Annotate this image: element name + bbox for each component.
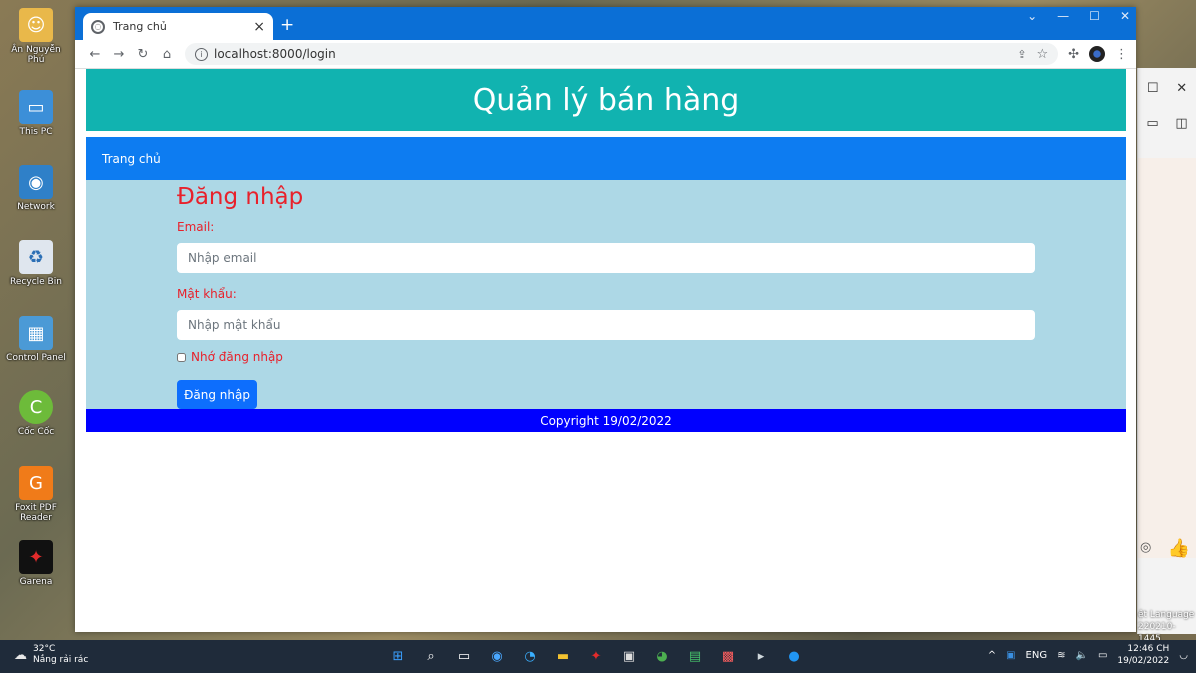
taskbar: ☁ 32°C Nắng rải rác ⊞ ⌕ ▭ ◉ ◔ ▬ ✦ ▣ ◕ ▤ … [0, 640, 1196, 673]
background-window-content [1138, 158, 1196, 558]
globe-icon: ◌ [91, 19, 105, 34]
remember-me[interactable]: Nhớ đăng nhập [177, 350, 283, 364]
password-label: Mật khẩu: [177, 287, 237, 301]
weather-widget[interactable]: ☁ 32°C Nắng rải rác [14, 644, 88, 666]
toolbar-right: ✣ ⋮ [1068, 46, 1128, 62]
chevron-up-icon[interactable]: ^ [988, 650, 996, 661]
info-icon[interactable]: i [195, 47, 208, 61]
browser-toolbar: ← → ↻ ⌂ i localhost:8000/login ⇪ ☆ ✣ ⋮ [75, 40, 1136, 69]
background-window-toolbar: ▭ ◫ [1138, 108, 1196, 138]
chrome-icon[interactable]: ◕ [650, 644, 674, 668]
close-tab-icon[interactable]: × [253, 19, 265, 35]
minimize-icon[interactable]: — [1057, 9, 1069, 23]
remember-me-checkbox[interactable] [177, 352, 186, 362]
site-header: Quản lý bán hàng [86, 69, 1126, 131]
chevron-down-icon[interactable]: ⌄ [1027, 9, 1037, 23]
home-icon[interactable]: ⌂ [155, 47, 179, 62]
user-folder-icon: ☺ [19, 8, 53, 42]
nav-link-home[interactable]: Trang chủ [102, 152, 161, 166]
coc-coc-icon: C [19, 390, 53, 424]
desktop-icon-this-pc[interactable]: ▭ This PC [6, 90, 66, 137]
taskbar-apps: ⊞ ⌕ ▭ ◉ ◔ ▬ ✦ ▣ ◕ ▤ ▩ ▸ ● [386, 644, 806, 668]
desktop-icon-garena[interactable]: ✦ Garena [6, 540, 66, 587]
site-footer: Copyright 19/02/2022 [86, 409, 1126, 432]
cloud-sun-icon: ☁ [14, 647, 27, 663]
task-view-icon[interactable]: ▭ [452, 644, 476, 668]
notification-icon[interactable]: ◡ [1179, 650, 1188, 661]
app-green-icon[interactable]: ▤ [683, 644, 707, 668]
maximize-icon[interactable]: ☐ [1089, 9, 1100, 23]
login-section: Đăng nhập Email: Mật khẩu: Nhớ đăng nhập… [86, 180, 1126, 409]
login-button[interactable]: Đăng nhập [177, 380, 257, 409]
language-indicator[interactable]: ENG [1026, 650, 1048, 661]
remember-me-label: Nhớ đăng nhập [191, 350, 283, 364]
site-nav: Trang chủ [86, 137, 1126, 180]
forward-arrow-icon[interactable]: → [107, 47, 131, 62]
close-icon[interactable]: ✕ [1120, 9, 1130, 23]
photos-icon[interactable]: ▣ [617, 644, 641, 668]
search-icon[interactable]: ⌕ [419, 644, 443, 668]
volume-icon[interactable]: 🔈 [1075, 650, 1087, 661]
background-window-controls: ☐ ✕ [1138, 68, 1196, 108]
computer-icon: ▭ [19, 90, 53, 124]
desktop-icon-control-panel[interactable]: ▦ Control Panel [6, 316, 66, 363]
maximize-icon[interactable]: ☐ [1147, 81, 1159, 96]
close-icon[interactable]: ✕ [1176, 81, 1187, 96]
back-arrow-icon[interactable]: ← [83, 47, 107, 62]
thumbs-up-icon[interactable]: 👍 [1168, 538, 1190, 559]
password-input[interactable] [177, 310, 1035, 340]
menu-dots-icon[interactable]: ⋮ [1115, 47, 1128, 62]
edge-icon[interactable]: ◔ [518, 644, 542, 668]
desktop-icon-foxit[interactable]: G Foxit PDF Reader [6, 466, 66, 523]
battery-icon[interactable]: ▭ [1098, 650, 1107, 661]
temperature: 32°C [33, 644, 56, 654]
desktop-icons: ☺ Ân Nguyễn Phú ▭ This PC ◉ Network ♻ Re… [0, 0, 74, 640]
address-bar[interactable]: i localhost:8000/login ⇪ ☆ [185, 43, 1059, 65]
network-icon: ◉ [19, 165, 53, 199]
attachment-icon[interactable]: ◎ [1140, 540, 1151, 555]
email-input[interactable] [177, 243, 1035, 273]
wifi-icon[interactable]: ≋ [1057, 650, 1065, 661]
browser-tab[interactable]: ◌ Trang chủ × [83, 13, 273, 40]
date: 19/02/2022 [1117, 656, 1170, 666]
garena-taskbar-icon[interactable]: ✦ [584, 644, 608, 668]
terminal-icon[interactable]: ▸ [749, 644, 773, 668]
desktop-icon-network[interactable]: ◉ Network [6, 165, 66, 212]
bookmark-star-icon[interactable]: ☆ [1036, 47, 1048, 62]
window-controls: ⌄ — ☐ ✕ [1027, 9, 1130, 23]
tray-app-icon[interactable]: ▣ [1006, 650, 1015, 661]
reload-icon[interactable]: ↻ [131, 47, 155, 62]
recycle-bin-icon: ♻ [19, 240, 53, 274]
app-red-icon[interactable]: ▩ [716, 644, 740, 668]
new-tab-button[interactable]: + [280, 15, 294, 35]
share-icon[interactable]: ⇪ [1017, 48, 1026, 61]
tab-title: Trang chủ [113, 20, 167, 33]
weather-description: Nắng rải rác [33, 655, 89, 665]
login-title: Đăng nhập [177, 184, 304, 210]
system-tray: ^ ▣ ENG ≋ 🔈 ▭ 12:46 CH 19/02/2022 ◡ [988, 643, 1188, 667]
tab-bar: ◌ Trang chủ × + ⌄ — ☐ ✕ [75, 7, 1136, 40]
desktop-icon-recycle-bin[interactable]: ♻ Recycle Bin [6, 240, 66, 287]
time: 12:46 CH [1127, 644, 1170, 654]
video-call-icon[interactable]: ▭ [1146, 116, 1158, 131]
background-window: ☐ ✕ ▭ ◫ ◎ 👍 [1137, 68, 1196, 634]
pdf-reader-icon: G [19, 466, 53, 500]
start-windows-icon[interactable]: ⊞ [386, 644, 410, 668]
sidebar-icon[interactable]: ◫ [1175, 116, 1187, 131]
chat-icon[interactable]: ◉ [485, 644, 509, 668]
zalo-icon[interactable]: ● [782, 644, 806, 668]
url-text[interactable]: localhost:8000/login [214, 47, 1017, 61]
file-explorer-icon[interactable]: ▬ [551, 644, 575, 668]
email-label: Email: [177, 220, 215, 234]
desktop-icon-coc-coc[interactable]: C Cốc Cốc [6, 390, 66, 437]
profile-avatar[interactable] [1089, 46, 1105, 62]
desktop-icon-user[interactable]: ☺ Ân Nguyễn Phú [6, 8, 66, 65]
web-page: Quản lý bán hàng Trang chủ Đăng nhập Ema… [75, 69, 1136, 632]
clock[interactable]: 12:46 CH 19/02/2022 [1117, 643, 1169, 667]
extensions-icon[interactable]: ✣ [1068, 47, 1079, 62]
garena-icon: ✦ [19, 540, 53, 574]
control-panel-icon: ▦ [19, 316, 53, 350]
browser-window: ◌ Trang chủ × + ⌄ — ☐ ✕ ← → ↻ ⌂ i localh… [75, 7, 1136, 632]
